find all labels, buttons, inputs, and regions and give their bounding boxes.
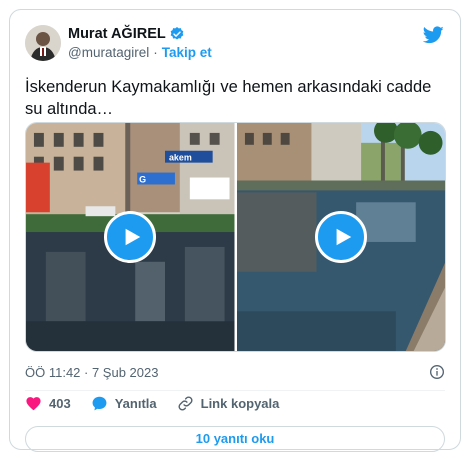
author-handle[interactable]: @muratagirel <box>68 45 149 60</box>
reply-label: Yanıtla <box>114 396 157 411</box>
avatar[interactable] <box>25 25 61 61</box>
play-icon <box>125 228 141 246</box>
play-button-left[interactable] <box>104 211 157 263</box>
info-icon[interactable] <box>429 364 445 380</box>
tweet-text: İskenderun Kaymakamlığı ve hemen arkasın… <box>25 78 432 118</box>
verified-badge-icon <box>169 26 185 42</box>
divider <box>25 390 445 391</box>
link-icon <box>178 396 193 411</box>
action-bar: 403 Yanıtla Link kopyala <box>25 395 299 412</box>
like-count: 403 <box>49 396 71 411</box>
read-replies-button[interactable]: 10 yanıtı oku <box>25 426 445 452</box>
shop-sign-akem: akem <box>169 153 192 163</box>
heart-icon <box>26 397 41 411</box>
play-icon <box>336 228 351 246</box>
play-button-right[interactable] <box>314 211 367 263</box>
author-name-row: Murat AĞIREL <box>68 26 185 42</box>
author-name[interactable]: Murat AĞIREL <box>68 26 166 42</box>
reply-button[interactable]: Yanıtla <box>91 395 157 412</box>
video-thumbnail-left[interactable]: akem G <box>26 123 235 351</box>
tweet-card: Murat AĞIREL @muratagirel · Takip et İsk… <box>9 9 461 452</box>
tweet-timestamp[interactable]: ÖÖ 11:42 · 7 Şub 2023 <box>25 365 158 380</box>
separator-dot: · <box>153 45 158 60</box>
media-grid: akem G <box>25 122 446 352</box>
twitter-bird-icon[interactable] <box>422 26 444 44</box>
copy-link-label: Link kopyala <box>200 396 280 411</box>
copy-link-button[interactable]: Link kopyala <box>177 395 280 412</box>
reply-bubble-icon <box>92 396 107 411</box>
follow-button[interactable]: Takip et <box>162 45 212 60</box>
video-thumbnail-right[interactable] <box>236 123 445 351</box>
avatar-image <box>25 25 61 61</box>
shop-sign-g: G <box>139 174 146 184</box>
like-button[interactable]: 403 <box>25 395 71 412</box>
author-handle-row: @muratagirel · Takip et <box>68 45 212 60</box>
